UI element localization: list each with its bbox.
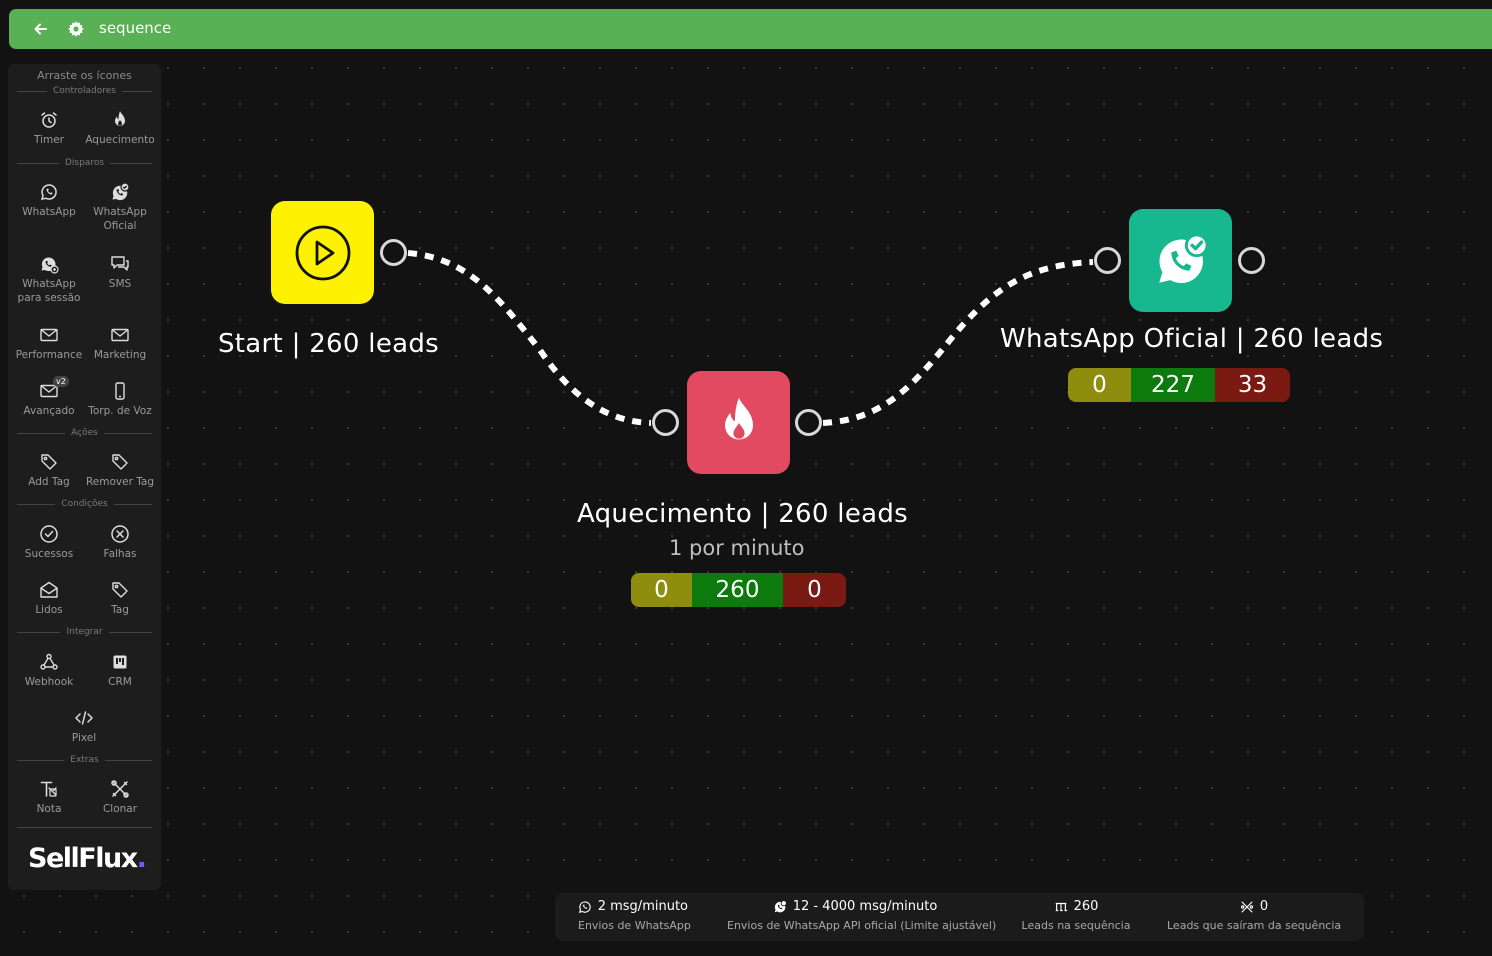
exit-flow-icon <box>1240 900 1253 913</box>
stat-whatsapp-rate: 2 msg/minuto Envios de WhatsApp <box>578 899 691 932</box>
stat-failed: 33 <box>1215 368 1290 402</box>
whatsapp-verified-icon <box>1158 232 1209 283</box>
flame-icon <box>724 397 753 440</box>
stat-leads-out: 0 Leads que saíram da sequência <box>1167 899 1342 932</box>
whatsapp-input-port[interactable] <box>1094 247 1121 274</box>
stat-pending: 0 <box>1068 368 1131 402</box>
aquecimento-input-port[interactable] <box>652 409 679 436</box>
flow-icon <box>1055 902 1067 911</box>
sequence-stats-bar: 2 msg/minuto Envios de WhatsApp 12 - 400… <box>555 893 1364 941</box>
aquecimento-node-label: Aquecimento | 260 leads <box>577 499 909 529</box>
stat-pending: 0 <box>631 573 692 607</box>
stat-success: 260 <box>692 573 783 607</box>
aquecimento-output-port[interactable] <box>795 409 822 436</box>
whatsapp-verified-icon <box>774 899 787 912</box>
whatsapp-stats: 0 227 33 <box>1068 368 1290 402</box>
play-icon <box>295 225 350 280</box>
start-node-label: Start | 260 leads <box>218 329 439 359</box>
node-start[interactable] <box>271 201 374 304</box>
connection-start-to-aquecimento[interactable] <box>407 250 652 426</box>
whatsapp-node-label: WhatsApp Oficial | 260 leads <box>1000 324 1384 354</box>
stat-success: 227 <box>1131 368 1215 402</box>
start-output-port[interactable] <box>380 239 407 266</box>
node-whatsapp-oficial[interactable] <box>1129 209 1232 312</box>
aquecimento-stats: 0 260 0 <box>631 573 846 607</box>
whatsapp-output-port[interactable] <box>1238 247 1265 274</box>
node-aquecimento[interactable] <box>687 371 790 474</box>
connections-layer <box>407 250 1094 426</box>
stat-failed: 0 <box>783 573 846 607</box>
stat-api-rate: 12 - 4000 msg/minuto Envios de WhatsApp … <box>727 899 997 932</box>
stat-leads-in: 260 Leads na sequência <box>1021 899 1131 932</box>
aquecimento-rate: 1 por minuto <box>669 536 805 560</box>
whatsapp-icon <box>578 900 591 913</box>
